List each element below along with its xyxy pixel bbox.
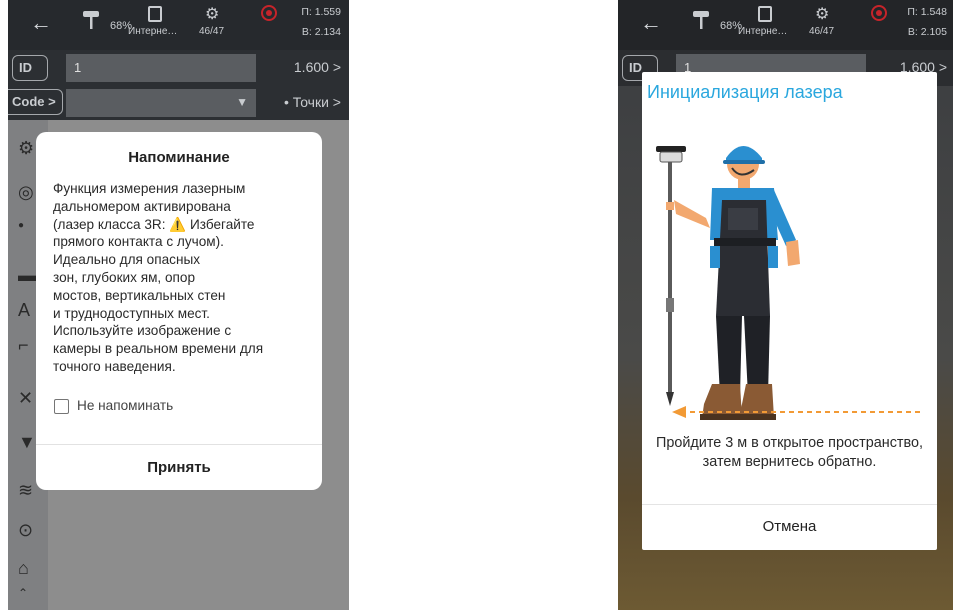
- network-label: Интерне…: [128, 26, 178, 37]
- satellite-count: 46/47: [199, 26, 225, 37]
- satellite-icon[interactable]: ⚙: [815, 4, 829, 24]
- screen-laser-init: ← 68% Интерне… ⚙ 46/47 П: 1.548 В: 2.105…: [618, 0, 953, 610]
- text-icon[interactable]: A: [18, 300, 30, 321]
- back-arrow-icon[interactable]: ←: [640, 10, 662, 36]
- satellite-icon[interactable]: ⚙: [205, 4, 219, 24]
- network-label: Интерне…: [738, 26, 788, 37]
- stack-icon[interactable]: ≋: [18, 480, 33, 501]
- laser-init-dialog: Инициализация лазера Пройдите 3 м в откр…: [642, 72, 937, 550]
- points-link[interactable]: • Точки >: [284, 94, 341, 110]
- scan-icon[interactable]: ⊙: [18, 520, 33, 541]
- sim-card-icon: [148, 6, 162, 22]
- cross-icon[interactable]: ✕: [18, 388, 33, 409]
- status-bar: ← 68% Интерне… ⚙ 46/47 П: 1.559 В: 2.134: [8, 0, 349, 50]
- measure-icon[interactable]: ⌂: [18, 558, 29, 579]
- record-icon[interactable]: [871, 5, 887, 21]
- antenna-height-value[interactable]: 1.600 >: [294, 59, 341, 75]
- record-icon[interactable]: [261, 5, 277, 21]
- code-tag[interactable]: Code >: [8, 89, 63, 115]
- dont-remind-label[interactable]: Не напоминать: [77, 398, 173, 413]
- dot-icon[interactable]: ●: [18, 220, 24, 231]
- expand-icon[interactable]: ⌃: [18, 586, 28, 600]
- gnss-receiver-icon[interactable]: [81, 8, 101, 30]
- code-select[interactable]: ▼: [66, 89, 256, 117]
- id-input[interactable]: 1: [66, 54, 256, 82]
- surveyor-illustration: [656, 146, 922, 420]
- gnss-receiver-icon[interactable]: [691, 8, 711, 30]
- instruction-text: Пройдите 3 м в открытое пространство, за…: [656, 435, 923, 470]
- coord-v: В: 2.134: [301, 26, 341, 38]
- back-arrow-icon[interactable]: ←: [30, 10, 52, 36]
- frame-icon[interactable]: ⌐: [18, 335, 29, 356]
- filter-icon[interactable]: ▼: [18, 432, 36, 453]
- accept-button[interactable]: Принять: [36, 445, 322, 490]
- settings-icon[interactable]: ⚙: [18, 138, 34, 159]
- dont-remind-checkbox[interactable]: [54, 399, 69, 414]
- code-row: Code > ▼ • Точки >: [8, 86, 349, 120]
- coord-p: П: 1.548: [907, 6, 947, 18]
- cancel-button[interactable]: Отмена: [642, 505, 937, 550]
- coord-v: В: 2.105: [907, 26, 947, 38]
- id-row: ID 1 1.600 >: [8, 50, 349, 86]
- reminder-dialog: Напоминание Функция измерения лазерным д…: [36, 132, 322, 490]
- screen-reminder: ← 68% Интерне… ⚙ 46/47 П: 1.559 В: 2.134…: [8, 0, 349, 610]
- compass-icon[interactable]: ◎: [18, 182, 34, 203]
- satellite-count: 46/47: [809, 26, 835, 37]
- dialog-body: Функция измерения лазерным дальномером а…: [53, 181, 264, 374]
- status-bar: ← 68% Интерне… ⚙ 46/47 П: 1.548 В: 2.105: [618, 0, 953, 50]
- id-tag[interactable]: ID: [12, 55, 48, 81]
- coord-p: П: 1.559: [301, 6, 341, 18]
- dialog-title: Инициализация лазера: [647, 82, 843, 102]
- layers-icon[interactable]: ▬: [18, 265, 36, 286]
- dialog-title: Напоминание: [128, 149, 230, 166]
- page: ← 68% Интерне… ⚙ 46/47 П: 1.559 В: 2.134…: [0, 0, 953, 610]
- sim-card-icon: [758, 6, 772, 22]
